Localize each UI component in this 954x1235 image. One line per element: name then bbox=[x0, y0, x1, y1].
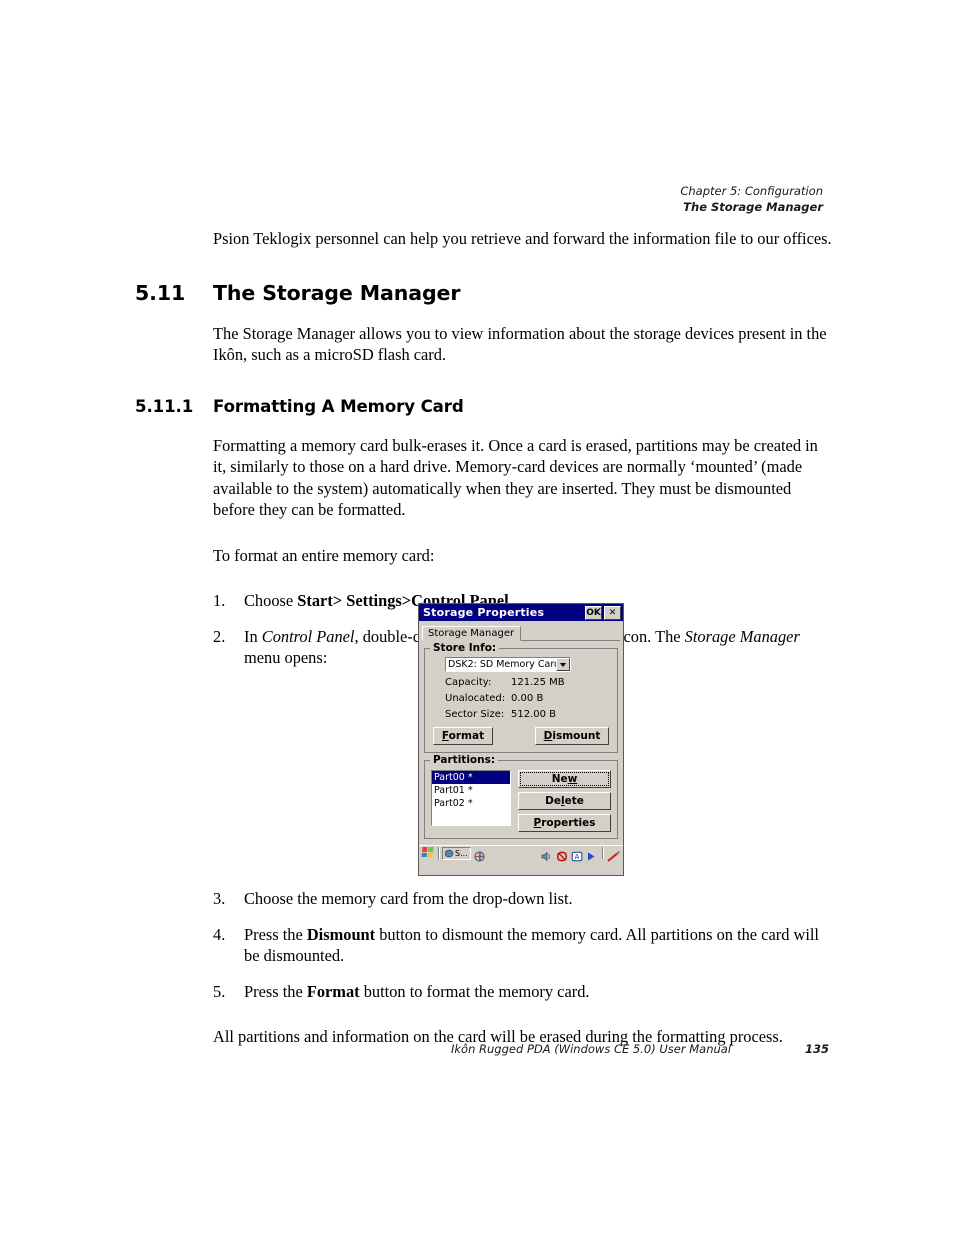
no-signal-icon[interactable] bbox=[556, 847, 569, 862]
section-title: The Storage Manager bbox=[213, 280, 461, 305]
list-item-text: Choose the memory card from the drop-dow… bbox=[244, 889, 573, 908]
unallocated-value: 0.00 B bbox=[511, 693, 544, 704]
store-info-legend: Store Info: bbox=[430, 642, 500, 654]
sector-size-value: 512.00 B bbox=[511, 709, 557, 720]
list-item-marker: 5. bbox=[213, 981, 226, 1001]
header-section: The Storage Manager bbox=[683, 200, 823, 214]
speaker-icon[interactable] bbox=[541, 847, 554, 862]
section-paragraph: The Storage Manager allows you to view i… bbox=[213, 323, 827, 365]
list-item[interactable]: Part00 * bbox=[432, 771, 510, 784]
pda-taskbar: S... A bbox=[419, 845, 623, 862]
footer-manual-title: Ikôn Rugged PDA (Windows CE 5.0) User Ma… bbox=[451, 1042, 732, 1056]
partitions-buttons: New Delete Properties bbox=[518, 770, 611, 832]
partitions-area: Part00 * Part01 * Part02 * New Delete Pr… bbox=[431, 770, 611, 832]
dialog-tabstrip: Storage Manager bbox=[422, 623, 620, 641]
storage-device-dropdown[interactable]: DSK2: SD Memory Card bbox=[445, 657, 571, 672]
list-item-marker: 2. bbox=[213, 626, 226, 646]
sector-size-label: Sector Size: bbox=[445, 709, 505, 720]
svg-text:A: A bbox=[575, 853, 580, 861]
dialog-close-icon[interactable]: ✕ bbox=[604, 605, 621, 620]
windows-start-icon[interactable] bbox=[421, 847, 435, 859]
delete-partition-button[interactable]: Delete bbox=[518, 792, 611, 810]
partitions-listbox[interactable]: Part00 * Part01 * Part02 * bbox=[431, 770, 511, 826]
subsection-paragraph: Formatting a memory card bulk-erases it.… bbox=[213, 435, 818, 520]
dialog-body: Storage Manager Store Info: DSK2: SD Mem… bbox=[419, 621, 623, 862]
globe-icon[interactable] bbox=[474, 847, 487, 862]
list-item: 3. Choose the memory card from the drop-d… bbox=[213, 888, 835, 910]
format-button-rest: ormat bbox=[448, 730, 485, 742]
info-row-sector-size: Sector Size: 512.00 B bbox=[431, 709, 611, 720]
list-item-marker: 3. bbox=[213, 889, 226, 908]
partitions-group: Partitions: Part00 * Part01 * Part02 * N… bbox=[424, 754, 618, 839]
dismount-button-rest: ismount bbox=[552, 730, 601, 742]
capacity-value: 121.25 MB bbox=[511, 677, 565, 688]
list-item[interactable]: Part02 * bbox=[432, 797, 510, 810]
subsection-heading: 5.11.1 Formatting A Memory Card bbox=[135, 396, 835, 418]
store-info-buttons: Format Dismount bbox=[433, 727, 609, 745]
taskbar-divider-2 bbox=[602, 847, 604, 859]
section-number: 5.11 bbox=[135, 280, 186, 305]
dialog-ok-button[interactable]: OK bbox=[585, 605, 602, 620]
list-item-text: Press the Dismount button to dismount th… bbox=[244, 924, 819, 966]
intro-paragraph: Psion Teklogix personnel can help you re… bbox=[213, 229, 832, 248]
partition-properties-button[interactable]: Properties bbox=[518, 814, 611, 832]
format-button[interactable]: Format bbox=[433, 727, 493, 745]
taskbar-task-label: S... bbox=[455, 848, 468, 858]
play-arrow-icon[interactable] bbox=[586, 847, 599, 861]
header-chapter: Chapter 5: Configuration bbox=[680, 184, 823, 198]
list-item-marker: 4. bbox=[213, 924, 226, 944]
dismount-button[interactable]: Dismount bbox=[535, 727, 609, 745]
stylus-pen-icon[interactable] bbox=[607, 847, 620, 862]
steps-list-bottom: 3. Choose the memory card from the drop-d… bbox=[135, 888, 835, 1002]
new-partition-button[interactable]: New bbox=[518, 770, 611, 788]
storage-properties-dialog: Storage Properties OK ✕ Storage Manager … bbox=[418, 603, 624, 876]
dialog-title: Storage Properties bbox=[423, 606, 545, 619]
footer-page-number: 135 bbox=[805, 1042, 830, 1056]
subsection-title: Formatting A Memory Card bbox=[213, 396, 464, 416]
list-item: 4. Press the Dismount button to dismount … bbox=[213, 924, 835, 967]
taskbar-task-button[interactable]: S... bbox=[442, 846, 471, 860]
chevron-down-icon[interactable] bbox=[556, 658, 570, 671]
list-item-marker: 1. bbox=[213, 591, 226, 610]
info-row-capacity: Capacity: 121.25 MB bbox=[431, 677, 611, 688]
lead-in-text: To format an entire memory card: bbox=[213, 545, 435, 565]
tab-storage-manager[interactable]: Storage Manager bbox=[422, 626, 522, 641]
window-icon bbox=[445, 849, 454, 857]
taskbar-divider bbox=[438, 847, 440, 859]
storage-device-value: DSK2: SD Memory Card bbox=[448, 659, 556, 670]
section-heading: 5.11 The Storage Manager bbox=[135, 280, 835, 306]
store-info-group: Store Info: DSK2: SD Memory Card Capacit… bbox=[424, 642, 618, 753]
dialog-titlebar: Storage Properties OK ✕ bbox=[419, 604, 623, 621]
list-item[interactable]: Part01 * bbox=[432, 784, 510, 797]
list-item-text: Press the Format button to format the me… bbox=[244, 981, 590, 1001]
list-item: 5. Press the Format button to format the … bbox=[213, 981, 835, 1003]
unallocated-label: Unalocated: bbox=[445, 693, 506, 704]
page-header: Chapter 5: Configuration The Storage Man… bbox=[680, 183, 823, 215]
capacity-label: Capacity: bbox=[445, 677, 492, 688]
info-row-unallocated: Unalocated: 0.00 B bbox=[431, 693, 611, 704]
subsection-number: 5.11.1 bbox=[135, 396, 194, 416]
partitions-legend: Partitions: bbox=[430, 754, 499, 766]
page-content-lower: 3. Choose the memory card from the drop-d… bbox=[135, 888, 835, 1048]
keyboard-indicator-icon[interactable]: A bbox=[571, 847, 584, 862]
